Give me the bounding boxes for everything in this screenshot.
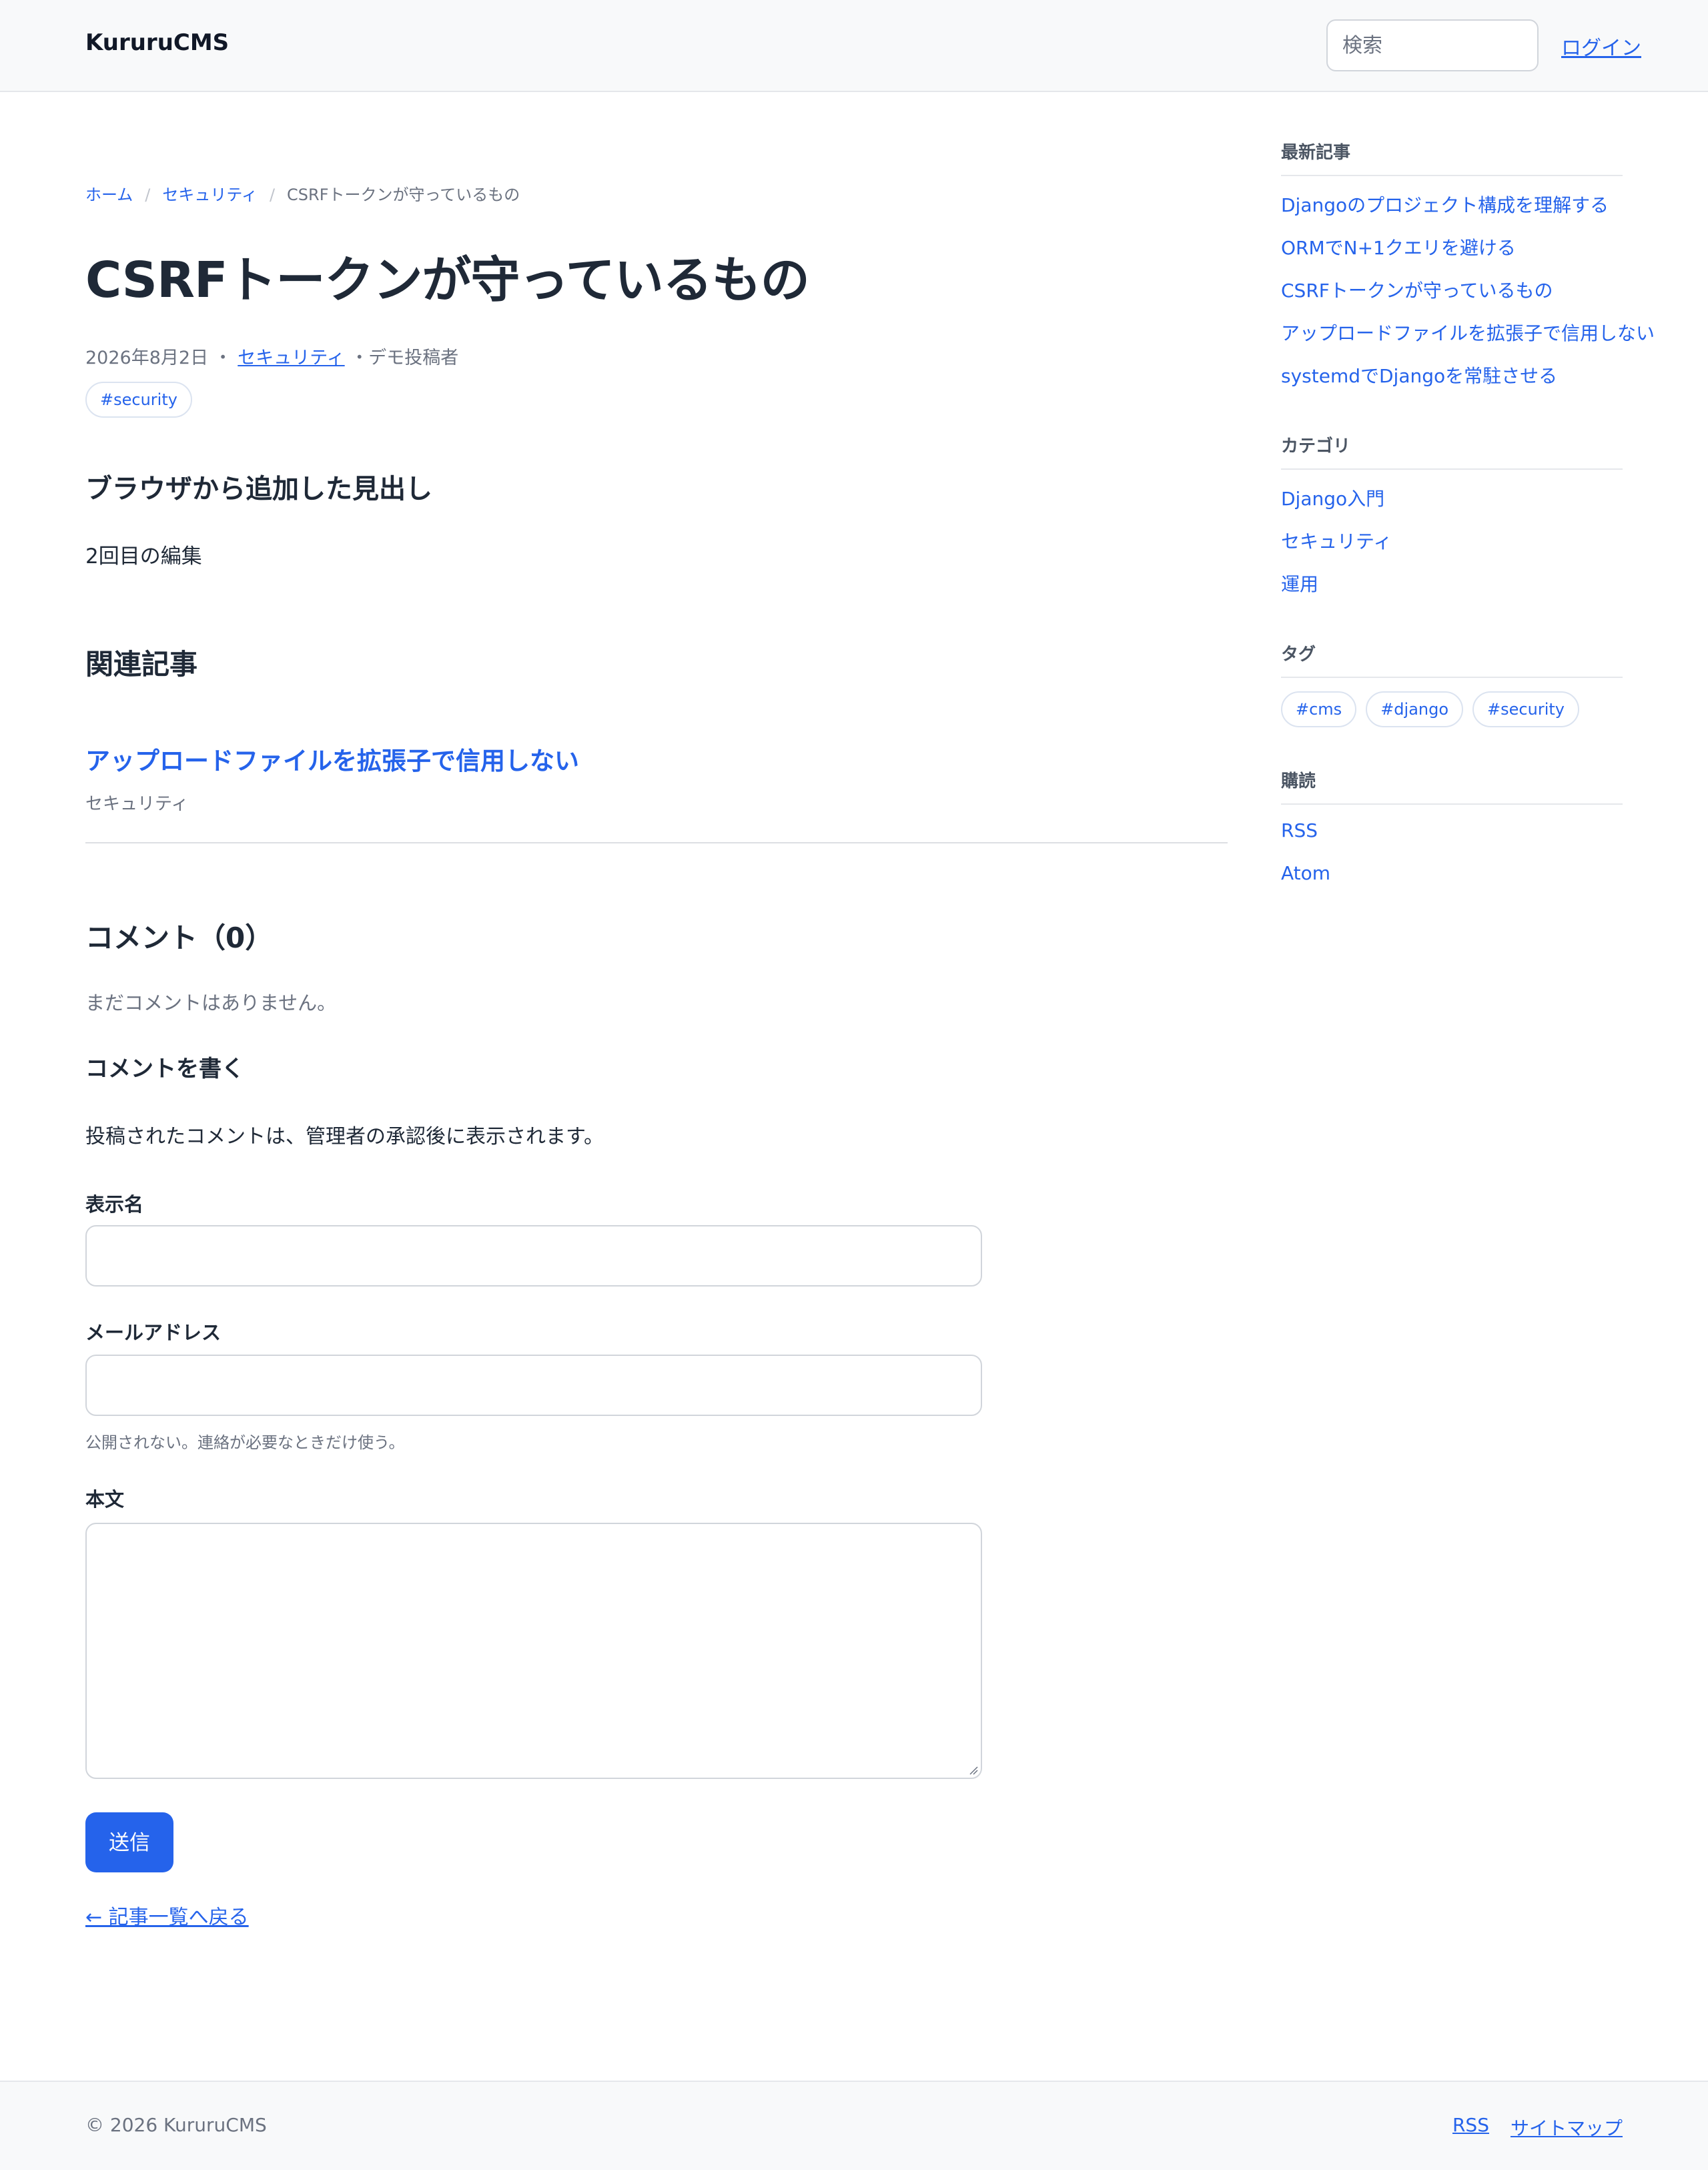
search-input[interactable] <box>1326 19 1539 71</box>
sidebar-rule <box>1281 468 1623 470</box>
email-label: メールアドレス <box>85 1321 222 1344</box>
comments-heading: コメント（0） <box>85 922 274 954</box>
footer-links: RSS サイトマップ <box>1452 2114 1623 2141</box>
tag-django[interactable]: #django <box>1366 691 1464 727</box>
recent-post-link[interactable]: CSRFトークンが守っているもの <box>1281 276 1553 303</box>
recent-post-link[interactable]: systemdでDjangoを常駐させる <box>1281 362 1557 388</box>
comment-form-note: 投稿されたコメントは、管理者の承認後に表示されます。 <box>85 1125 604 1148</box>
post-category-link[interactable]: セキュリティ <box>238 348 344 368</box>
related-post-link[interactable]: アップロードファイルを拡張子で信用しない <box>85 741 579 777</box>
section-divider <box>85 842 1228 843</box>
related-post-category: セキュリティ <box>85 794 189 814</box>
rss-feed-link[interactable]: RSS <box>1281 819 1318 841</box>
body-label: 本文 <box>85 1488 125 1511</box>
name-label: 表示名 <box>85 1193 144 1216</box>
post-date: 2026年8月2日 <box>85 348 209 368</box>
post-body-text: 2回目の編集 <box>85 545 202 569</box>
tags-title: タグ <box>1281 645 1316 665</box>
sidebar-rule <box>1281 175 1623 176</box>
tag-cms[interactable]: #cms <box>1281 691 1357 727</box>
category-link[interactable]: 運用 <box>1281 570 1318 597</box>
breadcrumb-separator: / <box>269 186 276 204</box>
meta-separator: ・ <box>350 348 369 368</box>
meta-separator: ・ <box>214 348 238 368</box>
breadcrumb-current: CSRFトークンが守っているもの <box>287 186 520 204</box>
submit-button[interactable]: 送信 <box>85 1812 173 1872</box>
atom-feed-link[interactable]: Atom <box>1281 862 1330 884</box>
tag-cloud: #cms #django #security <box>1281 691 1579 727</box>
email-help-text: 公開されない。連絡が必要なときだけ使う。 <box>85 1433 405 1452</box>
login-link[interactable]: ログイン <box>1561 31 1641 61</box>
back-to-list-link[interactable]: ← 記事一覧へ戻る <box>85 1900 249 1930</box>
breadcrumb-category[interactable]: セキュリティ <box>162 186 258 204</box>
recent-post-link[interactable]: ORMでN+1クエリを避ける <box>1281 234 1516 260</box>
sidebar-rule <box>1281 677 1623 678</box>
post-body-heading: ブラウザから追加した見出し <box>85 474 432 504</box>
breadcrumb: ホーム / セキュリティ / CSRFトークンが守っているもの <box>85 182 520 205</box>
page-title: CSRFトークンが守っているもの <box>85 252 810 309</box>
category-link[interactable]: Django入門 <box>1281 484 1384 511</box>
site-header: KururuCMS ログイン <box>0 0 1708 92</box>
email-field[interactable] <box>85 1355 982 1416</box>
categories-title: カテゴリ <box>1281 436 1351 456</box>
tag-security[interactable]: #security <box>1472 691 1579 727</box>
copyright-text: © 2026 KururuCMS <box>85 2114 267 2136</box>
recent-posts-title: 最新記事 <box>1281 143 1351 163</box>
name-field[interactable] <box>85 1225 982 1287</box>
post-author: デモ投稿者 <box>368 348 459 368</box>
site-footer: © 2026 KururuCMS RSS サイトマップ <box>0 2081 1708 2170</box>
site-logo[interactable]: KururuCMS <box>85 29 229 56</box>
comment-body-textarea[interactable] <box>85 1523 982 1779</box>
post-meta: 2026年8月2日 ・ セキュリティ ・デモ投稿者 <box>85 343 458 369</box>
recent-post-link[interactable]: Djangoのプロジェクト構成を理解する <box>1281 191 1609 218</box>
footer-rss-link[interactable]: RSS <box>1452 2114 1489 2141</box>
category-link[interactable]: セキュリティ <box>1281 527 1392 554</box>
subscribe-title: 購読 <box>1281 771 1316 791</box>
resize-handle-icon[interactable] <box>969 1766 978 1775</box>
post-tag-security[interactable]: #security <box>85 382 192 418</box>
no-comments-text: まだコメントはありません。 <box>85 992 337 1014</box>
sidebar-rule <box>1281 803 1623 805</box>
related-heading: 関連記事 <box>85 648 198 681</box>
footer-sitemap-link[interactable]: サイトマップ <box>1511 2114 1623 2141</box>
recent-post-link[interactable]: アップロードファイルを拡張子で信用しない <box>1281 319 1655 346</box>
comment-form-heading: コメントを書く <box>85 1056 244 1082</box>
breadcrumb-separator: / <box>145 186 151 204</box>
breadcrumb-home[interactable]: ホーム <box>85 186 133 204</box>
